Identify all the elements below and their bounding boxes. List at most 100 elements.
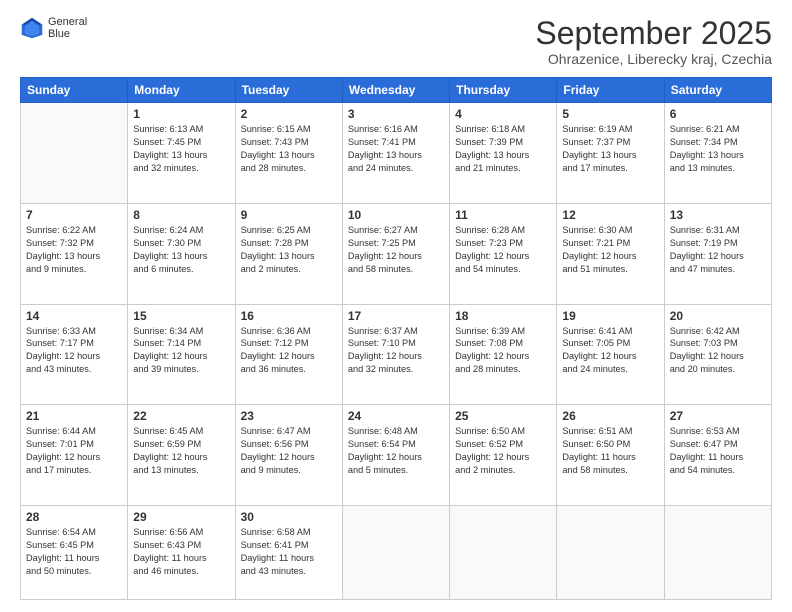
table-row: 28 Sunrise: 6:54 AMSunset: 6:45 PMDayligh… [21,506,128,600]
page: General Blue September 2025 Ohrazenice, … [0,0,792,612]
day-info: Sunrise: 6:16 AMSunset: 7:41 PMDaylight:… [348,123,444,175]
day-info: Sunrise: 6:18 AMSunset: 7:39 PMDaylight:… [455,123,551,175]
table-row: 23Sunrise: 6:47 AMSunset: 6:56 PMDayligh… [235,405,342,506]
day-number: 16 [241,309,337,323]
header-saturday: Saturday [664,78,771,103]
table-row: 26 Sunrise: 6:51 AMSunset: 6:50 PMDayligh… [557,405,664,506]
table-row: 20 Sunrise: 6:42 AMSunset: 7:03 PMDayligh… [664,304,771,405]
table-row: 12 Sunrise: 6:30 AMSunset: 7:21 PMDayligh… [557,203,664,304]
table-row: 29 Sunrise: 6:56 AMSunset: 6:43 PMDayligh… [128,506,235,600]
day-info: Sunrise: 6:31 AMSunset: 7:19 PMDaylight:… [670,224,766,276]
table-row: 11 Sunrise: 6:28 AMSunset: 7:23 PMDayligh… [450,203,557,304]
day-number: 2 [241,107,337,121]
day-number: 15 [133,309,229,323]
table-row: 6 Sunrise: 6:21 AMSunset: 7:34 PMDaylight… [664,103,771,204]
day-number: 5 [562,107,658,121]
table-row [664,506,771,600]
location-subtitle: Ohrazenice, Liberecky kraj, Czechia [535,51,772,67]
day-info: Sunrise: 6:21 AMSunset: 7:34 PMDaylight:… [670,123,766,175]
day-info: Sunrise: 6:33 AMSunset: 7:17 PMDaylight:… [26,325,122,377]
table-row [342,506,449,600]
day-info: Sunrise: 6:42 AMSunset: 7:03 PMDaylight:… [670,325,766,377]
day-info: Sunrise: 6:39 AMSunset: 7:08 PMDaylight:… [455,325,551,377]
day-info: Sunrise: 6:22 AMSunset: 7:32 PMDaylight:… [26,224,122,276]
day-number: 9 [241,208,337,222]
table-row: 25 Sunrise: 6:50 AMSunset: 6:52 PMDayligh… [450,405,557,506]
table-row: 8Sunrise: 6:24 AMSunset: 7:30 PMDaylight… [128,203,235,304]
logo-text: General Blue [48,16,87,40]
day-number: 20 [670,309,766,323]
day-info: Sunrise: 6:51 AMSunset: 6:50 PMDaylight:… [562,425,658,477]
logo-blue: Blue [48,28,87,40]
day-number: 3 [348,107,444,121]
day-info: Sunrise: 6:34 AMSunset: 7:14 PMDaylight:… [133,325,229,377]
table-row: 22 Sunrise: 6:45 AMSunset: 6:59 PMDayligh… [128,405,235,506]
header-monday: Monday [128,78,235,103]
day-number: 30 [241,510,337,524]
day-info: Sunrise: 6:58 AMSunset: 6:41 PMDaylight:… [241,526,337,578]
header-tuesday: Tuesday [235,78,342,103]
day-number: 11 [455,208,551,222]
day-info: Sunrise: 6:19 AMSunset: 7:37 PMDaylight:… [562,123,658,175]
calendar-header-row: Sunday Monday Tuesday Wednesday Thursday… [21,78,772,103]
table-row: 30 Sunrise: 6:58 AMSunset: 6:41 PMDayligh… [235,506,342,600]
table-row: 3 Sunrise: 6:16 AMSunset: 7:41 PMDaylight… [342,103,449,204]
day-number: 7 [26,208,122,222]
table-row: 7 Sunrise: 6:22 AMSunset: 7:32 PMDaylight… [21,203,128,304]
table-row: 9 Sunrise: 6:25 AMSunset: 7:28 PMDaylight… [235,203,342,304]
table-row: 24Sunrise: 6:48 AMSunset: 6:54 PMDayligh… [342,405,449,506]
table-row: 1Sunrise: 6:13 AMSunset: 7:45 PMDaylight… [128,103,235,204]
day-number: 25 [455,409,551,423]
day-info: Sunrise: 6:30 AMSunset: 7:21 PMDaylight:… [562,224,658,276]
day-number: 28 [26,510,122,524]
day-number: 13 [670,208,766,222]
day-number: 14 [26,309,122,323]
table-row: 27Sunrise: 6:53 AMSunset: 6:47 PMDayligh… [664,405,771,506]
day-number: 26 [562,409,658,423]
day-number: 6 [670,107,766,121]
day-number: 12 [562,208,658,222]
day-info: Sunrise: 6:45 AMSunset: 6:59 PMDaylight:… [133,425,229,477]
day-number: 17 [348,309,444,323]
day-number: 4 [455,107,551,121]
day-number: 27 [670,409,766,423]
day-info: Sunrise: 6:50 AMSunset: 6:52 PMDaylight:… [455,425,551,477]
day-number: 22 [133,409,229,423]
day-number: 23 [241,409,337,423]
table-row: 16 Sunrise: 6:36 AMSunset: 7:12 PMDayligh… [235,304,342,405]
day-info: Sunrise: 6:54 AMSunset: 6:45 PMDaylight:… [26,526,122,578]
table-row [450,506,557,600]
day-info: Sunrise: 6:56 AMSunset: 6:43 PMDaylight:… [133,526,229,578]
day-info: Sunrise: 6:13 AMSunset: 7:45 PMDaylight:… [133,123,229,175]
day-number: 18 [455,309,551,323]
day-info: Sunrise: 6:25 AMSunset: 7:28 PMDaylight:… [241,224,337,276]
day-number: 10 [348,208,444,222]
day-info: Sunrise: 6:15 AMSunset: 7:43 PMDaylight:… [241,123,337,175]
day-number: 8 [133,208,229,222]
table-row: 4 Sunrise: 6:18 AMSunset: 7:39 PMDaylight… [450,103,557,204]
day-info: Sunrise: 6:48 AMSunset: 6:54 PMDaylight:… [348,425,444,477]
day-info: Sunrise: 6:28 AMSunset: 7:23 PMDaylight:… [455,224,551,276]
table-row: 18 Sunrise: 6:39 AMSunset: 7:08 PMDayligh… [450,304,557,405]
table-row [557,506,664,600]
title-block: September 2025 Ohrazenice, Liberecky kra… [535,16,772,67]
calendar-table: Sunday Monday Tuesday Wednesday Thursday… [20,77,772,600]
day-number: 21 [26,409,122,423]
table-row: 14 Sunrise: 6:33 AMSunset: 7:17 PMDayligh… [21,304,128,405]
day-info: Sunrise: 6:36 AMSunset: 7:12 PMDaylight:… [241,325,337,377]
logo-icon [20,16,44,40]
table-row [21,103,128,204]
table-row: 2 Sunrise: 6:15 AMSunset: 7:43 PMDaylight… [235,103,342,204]
header-thursday: Thursday [450,78,557,103]
day-number: 29 [133,510,229,524]
header-wednesday: Wednesday [342,78,449,103]
logo: General Blue [20,16,87,40]
day-number: 19 [562,309,658,323]
day-info: Sunrise: 6:41 AMSunset: 7:05 PMDaylight:… [562,325,658,377]
header: General Blue September 2025 Ohrazenice, … [20,16,772,67]
table-row: 5 Sunrise: 6:19 AMSunset: 7:37 PMDaylight… [557,103,664,204]
day-info: Sunrise: 6:44 AMSunset: 7:01 PMDaylight:… [26,425,122,477]
month-title: September 2025 [535,16,772,51]
logo-general: General [48,16,87,28]
header-sunday: Sunday [21,78,128,103]
